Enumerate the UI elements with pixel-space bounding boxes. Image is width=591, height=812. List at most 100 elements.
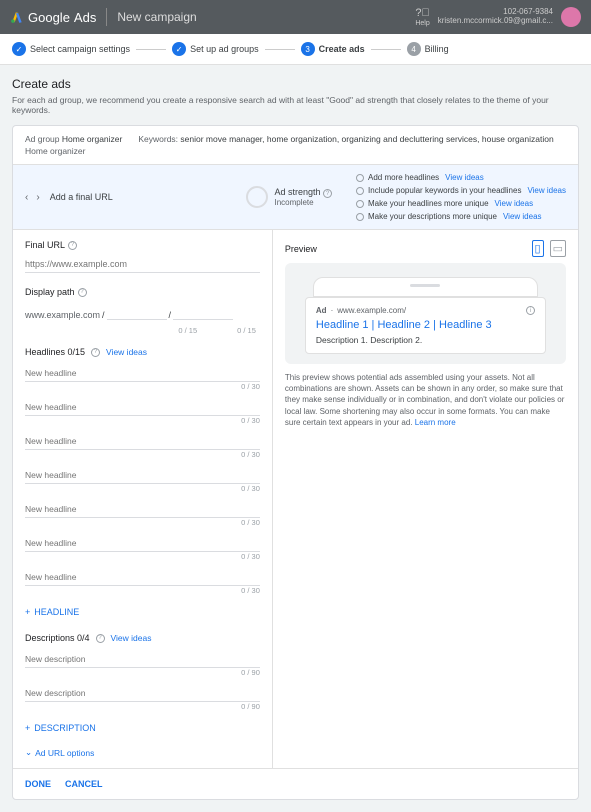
strength-label: Ad strength <box>274 187 320 197</box>
step-number: 3 <box>301 42 315 56</box>
section-title: Create ads <box>12 77 579 91</box>
char-count: 0 / 30 <box>25 416 260 425</box>
ad-url-options-toggle[interactable]: ⌄Ad URL options <box>25 747 260 758</box>
chevron-down-icon: ⌄ <box>25 747 32 758</box>
keywords-list: senior move manager, home organization, … <box>180 134 553 144</box>
headline-input[interactable] <box>25 433 260 450</box>
char-count: 0 / 30 <box>25 484 260 493</box>
description-input[interactable] <box>25 685 260 702</box>
step-label: Set up ad groups <box>190 44 259 54</box>
add-description-button[interactable]: +DESCRIPTION <box>25 723 260 733</box>
char-count: 0 / 30 <box>25 552 260 561</box>
prev-ad-button[interactable]: ‹ <box>25 192 28 203</box>
account-info[interactable]: 102-067-9384 kristen.mccormick.09@gmail.… <box>438 8 553 26</box>
phone-frame-top <box>313 277 538 297</box>
suggestion-text: Make your descriptions more unique <box>368 212 497 221</box>
stepper: ✓ Select campaign settings ✓ Set up ad g… <box>0 34 591 65</box>
info-icon[interactable]: ? <box>78 288 87 297</box>
add-final-url-text: Add a final URL <box>50 192 113 202</box>
help-button[interactable]: ?⃝ Help <box>415 7 429 27</box>
ad-strength-row: ‹ › Add a final URL Ad strength ? Incomp… <box>13 165 578 230</box>
view-ideas-link[interactable]: View ideas <box>503 212 542 221</box>
suggestion-text: Add more headlines <box>368 173 439 182</box>
done-button[interactable]: DONE <box>25 779 51 789</box>
view-ideas-link[interactable]: View ideas <box>106 347 147 357</box>
panel-footer: DONE CANCEL <box>13 768 578 799</box>
description-input[interactable] <box>25 651 260 668</box>
display-path-label: Display path <box>25 287 75 297</box>
step-label: Create ads <box>319 44 365 54</box>
circle-icon <box>356 213 364 221</box>
step-create-ads[interactable]: 3 Create ads <box>301 42 365 56</box>
headline-input[interactable] <box>25 365 260 382</box>
char-count: 0 / 30 <box>25 518 260 527</box>
check-icon: ✓ <box>12 42 26 56</box>
suggestion-row: Make your headlines more unique View idea… <box>356 199 566 208</box>
learn-more-link[interactable]: Learn more <box>415 418 456 427</box>
final-url-label: Final URL <box>25 240 65 250</box>
headline-input[interactable] <box>25 535 260 552</box>
suggestion-text: Include popular keywords in your headlin… <box>368 186 521 195</box>
add-headline-button[interactable]: +HEADLINE <box>25 607 260 617</box>
headline-input[interactable] <box>25 399 260 416</box>
char-count: 0 / 15 <box>178 326 197 335</box>
view-ideas-link[interactable]: View ideas <box>111 633 152 643</box>
info-icon[interactable]: ? <box>96 634 105 643</box>
desktop-preview-button[interactable]: ▭ <box>550 240 566 257</box>
headline-input[interactable] <box>25 501 260 518</box>
check-icon: ✓ <box>172 42 186 56</box>
view-ideas-link[interactable]: View ideas <box>527 186 566 195</box>
suggestion-text: Make your headlines more unique <box>368 199 489 208</box>
account-email: kristen.mccormick.09@gmail.c... <box>438 17 553 26</box>
info-icon[interactable]: i <box>526 306 535 315</box>
adgroup-label: Ad group <box>25 134 60 144</box>
info-icon[interactable]: ? <box>91 348 100 357</box>
avatar[interactable] <box>561 7 581 27</box>
adgroup-path: Home organizer <box>25 146 122 156</box>
step-billing[interactable]: 4 Billing <box>407 42 449 56</box>
suggestion-row: Make your descriptions more unique View i… <box>356 212 566 221</box>
page-title: New campaign <box>117 10 196 24</box>
final-url-input[interactable] <box>25 256 260 273</box>
plus-icon: + <box>25 607 30 617</box>
ad-url-options-label: Ad URL options <box>35 748 94 758</box>
step-number: 4 <box>407 42 421 56</box>
circle-icon <box>356 200 364 208</box>
char-count: 0 / 30 <box>25 382 260 391</box>
form-column: Final URL? Display path? www.example.com… <box>13 230 273 768</box>
preview-column: Preview ▯ ▭ Ad · www.example.com/ i <box>273 230 578 768</box>
step-ad-groups[interactable]: ✓ Set up ad groups <box>172 42 259 56</box>
view-ideas-link[interactable]: View ideas <box>445 173 484 182</box>
strength-gauge-icon <box>246 186 268 208</box>
headlines-label: Headlines 0/15 <box>25 347 85 357</box>
view-ideas-link[interactable]: View ideas <box>495 199 534 208</box>
brand-ads: Ads <box>74 10 96 25</box>
char-count: 0 / 30 <box>25 586 260 595</box>
circle-icon <box>356 174 364 182</box>
preview-note: This preview shows potential ads assembl… <box>285 372 566 428</box>
slash: / <box>102 310 105 320</box>
ad-preview-description: Description 1. Description 2. <box>316 335 535 345</box>
stepper-line <box>371 49 401 50</box>
info-icon[interactable]: ? <box>68 241 77 250</box>
phone-speaker-icon <box>410 284 440 287</box>
brand-google: Google <box>28 10 70 25</box>
strength-status: Incomplete <box>274 198 332 207</box>
info-icon[interactable]: ? <box>323 189 332 198</box>
headline-input[interactable] <box>25 467 260 484</box>
display-path-2-input[interactable] <box>173 303 233 320</box>
next-ad-button[interactable]: › <box>36 192 39 203</box>
ad-preview-headlines: Headline 1 | Headline 2 | Headline 3 <box>316 319 535 331</box>
step-campaign-settings[interactable]: ✓ Select campaign settings <box>12 42 130 56</box>
ad-tag: Ad <box>316 306 327 315</box>
cancel-button[interactable]: CANCEL <box>65 779 103 789</box>
add-description-label: DESCRIPTION <box>34 723 96 733</box>
char-count: 0 / 90 <box>25 668 260 677</box>
display-base: www.example.com <box>25 310 100 320</box>
headline-input[interactable] <box>25 569 260 586</box>
suggestion-row: Add more headlines View ideas <box>356 173 566 182</box>
mobile-preview-button[interactable]: ▯ <box>532 240 544 257</box>
display-path-1-input[interactable] <box>107 303 167 320</box>
topbar-divider <box>106 8 107 26</box>
keywords-label: Keywords: <box>138 134 178 144</box>
